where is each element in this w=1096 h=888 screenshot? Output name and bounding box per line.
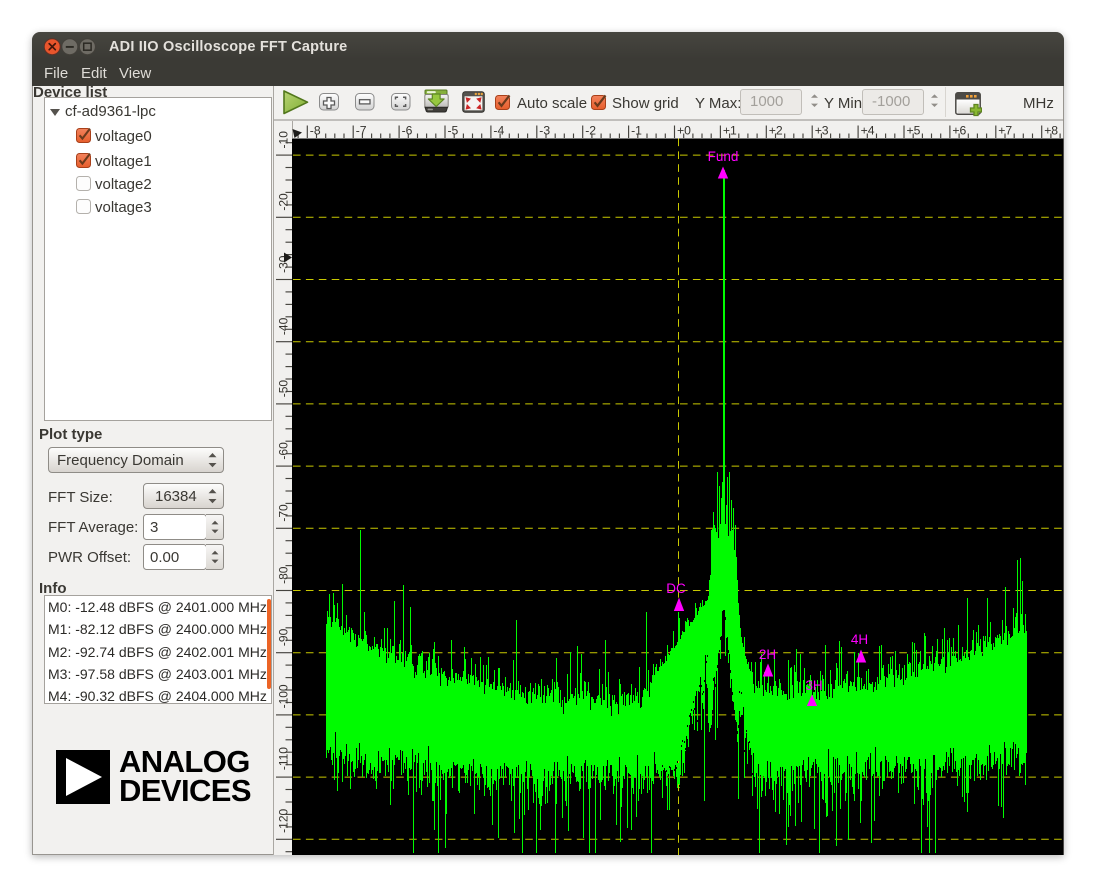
svg-text:-50: -50 bbox=[277, 380, 291, 398]
svg-text:-5: -5 bbox=[448, 124, 459, 138]
svg-text:DC: DC bbox=[666, 581, 686, 596]
svg-text:-70: -70 bbox=[277, 504, 291, 522]
svg-text:+4: +4 bbox=[861, 124, 875, 138]
svg-text:4H: 4H bbox=[851, 632, 868, 647]
svg-text:-3: -3 bbox=[539, 124, 550, 138]
svg-text:+0: +0 bbox=[677, 124, 691, 138]
svg-text:-60: -60 bbox=[277, 442, 291, 460]
svg-text:+6: +6 bbox=[952, 124, 966, 138]
svg-text:+1: +1 bbox=[723, 124, 737, 138]
svg-text:-100: -100 bbox=[277, 684, 291, 708]
svg-text:-4: -4 bbox=[493, 124, 504, 138]
svg-text:-40: -40 bbox=[277, 317, 291, 335]
svg-text:+2: +2 bbox=[769, 124, 783, 138]
svg-text:-8: -8 bbox=[310, 124, 321, 138]
svg-text:+8: +8 bbox=[1044, 124, 1058, 138]
svg-text:-1: -1 bbox=[631, 124, 642, 138]
svg-text:-120: -120 bbox=[277, 808, 291, 832]
svg-text:-7: -7 bbox=[356, 124, 367, 138]
svg-text:-80: -80 bbox=[277, 566, 291, 584]
svg-text:-10: -10 bbox=[277, 131, 291, 149]
svg-text:2H: 2H bbox=[759, 647, 776, 662]
svg-text:+5: +5 bbox=[907, 124, 921, 138]
svg-text:-90: -90 bbox=[277, 628, 291, 646]
svg-text:3H: 3H bbox=[805, 678, 822, 693]
svg-text:-110: -110 bbox=[277, 747, 291, 770]
svg-text:+3: +3 bbox=[815, 124, 829, 138]
svg-text:+7: +7 bbox=[998, 124, 1012, 138]
svg-text:-6: -6 bbox=[402, 124, 413, 138]
svg-text:Fund: Fund bbox=[708, 149, 739, 164]
svg-text:-20: -20 bbox=[277, 193, 291, 211]
svg-text:-2: -2 bbox=[585, 124, 596, 138]
